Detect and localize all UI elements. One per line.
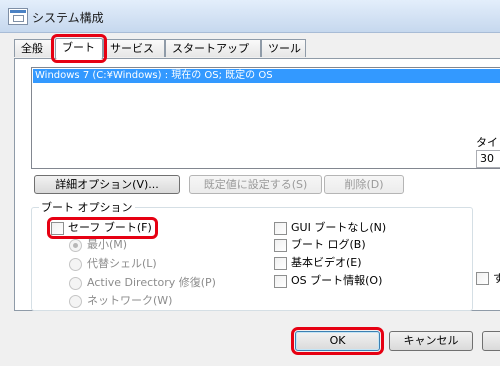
boot-log-box[interactable] — [274, 239, 287, 252]
boot-log-checkbox[interactable]: ブート ログ(B) — [274, 238, 366, 252]
delete-button[interactable]: 削除(D) — [324, 175, 404, 194]
ok-button[interactable]: OK — [291, 327, 384, 355]
os-boot-info-checkbox[interactable]: OS ブート情報(O) — [274, 274, 382, 288]
base-video-checkbox[interactable]: 基本ビデオ(E) — [274, 256, 362, 270]
radio-alternate-shell-dot[interactable] — [69, 258, 82, 271]
no-gui-boot-box[interactable] — [274, 222, 287, 235]
base-video-box[interactable] — [274, 257, 287, 270]
os-boot-info-box[interactable] — [274, 275, 287, 288]
safe-boot-checkbox-box[interactable] — [51, 222, 64, 235]
radio-network-dot[interactable] — [69, 295, 82, 308]
safe-boot-checkbox[interactable]: セーフ ブート(F) — [47, 217, 158, 239]
safe-boot-label: セーフ ブート(F) — [68, 221, 152, 234]
radio-alternate-shell[interactable]: 代替シェル(L) — [69, 257, 157, 271]
radio-minimal[interactable]: 最小(M) — [69, 238, 127, 252]
os-boot-info-label: OS ブート情報(O) — [291, 274, 383, 287]
apply-button-partial[interactable] — [482, 331, 500, 351]
os-list-item[interactable]: Windows 7 (C:¥Windows) : 現在の OS; 既定の OS — [33, 69, 500, 83]
tab-tools[interactable]: ツール — [261, 39, 306, 57]
msconfig-app-icon — [8, 8, 28, 25]
tab-startup[interactable]: スタートアップ — [165, 39, 261, 57]
no-gui-boot-checkbox[interactable]: GUI ブートなし(N) — [274, 221, 386, 235]
make-permanent-checkbox[interactable]: す — [476, 272, 500, 286]
radio-minimal-dot[interactable] — [69, 239, 82, 252]
radio-minimal-label: 最小(M) — [87, 238, 128, 251]
make-permanent-label: す — [493, 272, 500, 285]
tab-general[interactable]: 全般 — [14, 39, 53, 57]
window-title: システム構成 — [32, 11, 104, 25]
title-bar: システム構成 — [0, 0, 500, 33]
boot-log-label: ブート ログ(B) — [291, 238, 366, 251]
boot-tab-panel: Windows 7 (C:¥Windows) : 現在の OS; 既定の OS … — [14, 58, 500, 311]
base-video-label: 基本ビデオ(E) — [291, 256, 362, 269]
system-config-window: システム構成 全般 ブート サービス スタートアップ ツール Windows 7… — [0, 0, 500, 366]
timeout-input[interactable]: 30 — [476, 150, 500, 168]
radio-network-label: ネットワーク(W) — [87, 294, 173, 307]
radio-active-directory-label: Active Directory 修復(P) — [87, 276, 216, 289]
radio-alternate-shell-label: 代替シェル(L) — [87, 257, 157, 270]
tab-boot[interactable]: ブート — [51, 34, 107, 63]
radio-active-directory[interactable]: Active Directory 修復(P) — [69, 276, 216, 290]
radio-active-directory-dot[interactable] — [69, 277, 82, 290]
no-gui-boot-label: GUI ブートなし(N) — [291, 221, 387, 234]
make-permanent-box[interactable] — [476, 272, 489, 285]
boot-options-label: ブート オプション — [39, 199, 135, 215]
set-default-button[interactable]: 既定値に設定する(S) — [189, 175, 322, 194]
tab-services[interactable]: サービス — [103, 39, 165, 57]
advanced-options-button[interactable]: 詳細オプション(V)... — [34, 175, 180, 194]
cancel-button[interactable]: キャンセル — [389, 331, 473, 351]
radio-network[interactable]: ネットワーク(W) — [69, 294, 172, 308]
os-list[interactable]: Windows 7 (C:¥Windows) : 現在の OS; 既定の OS — [31, 67, 500, 169]
